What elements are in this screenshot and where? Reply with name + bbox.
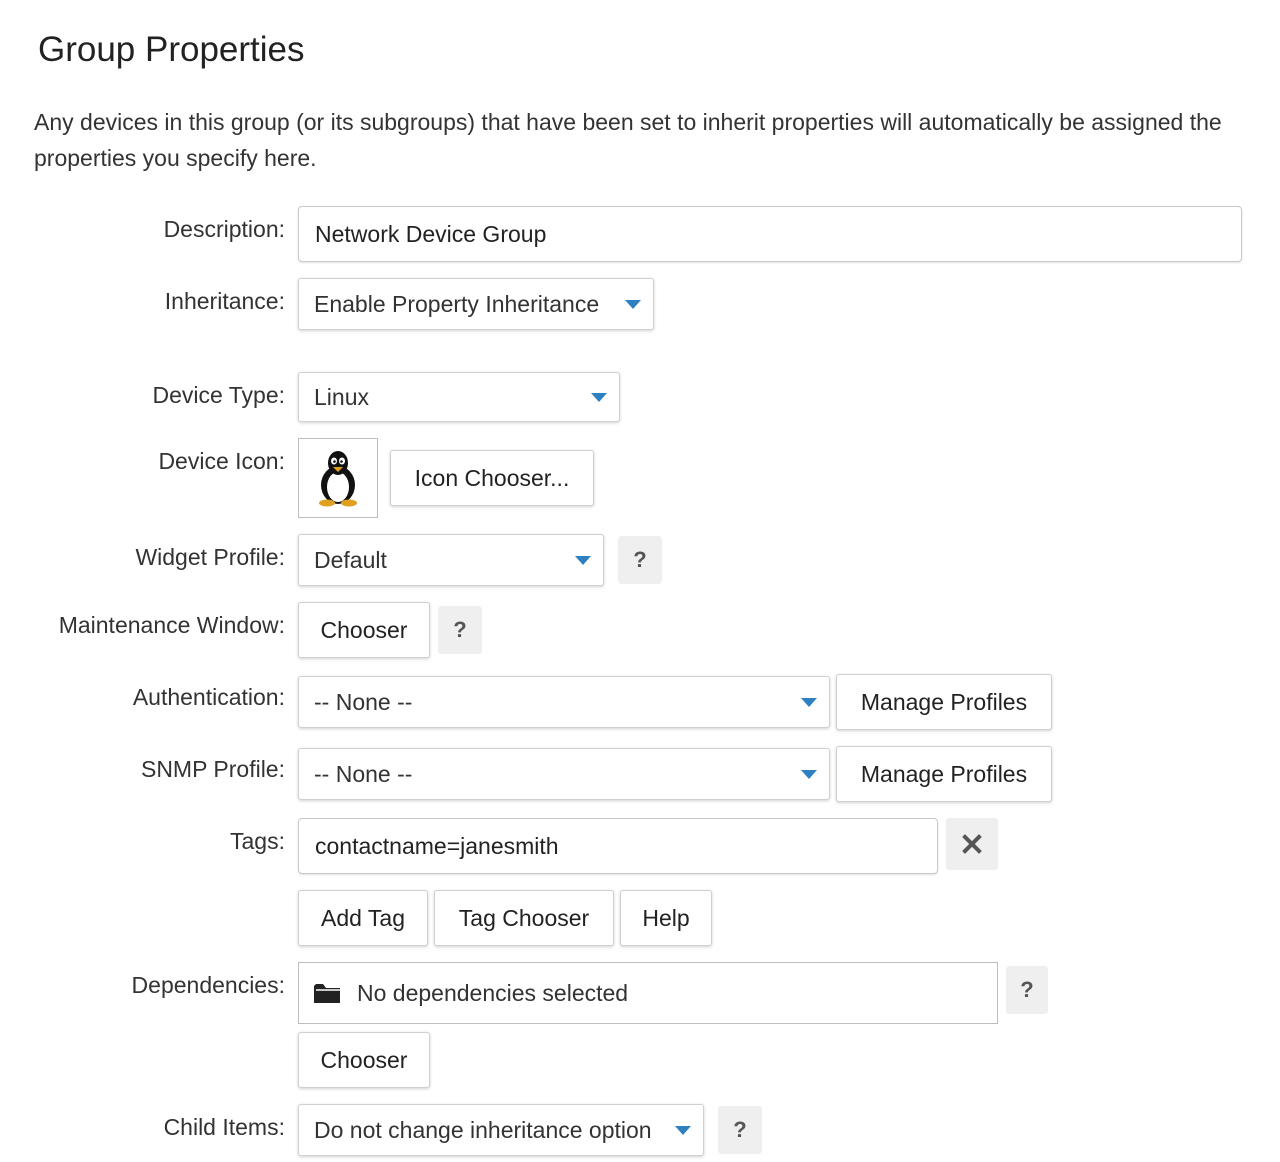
device-type-label: Device Type: <box>152 382 285 408</box>
widget-profile-help-button[interactable]: ? <box>618 536 662 584</box>
child-items-help-button[interactable]: ? <box>718 1106 762 1154</box>
dependencies-box: No dependencies selected <box>298 962 998 1024</box>
tag-value: contactname=janesmith <box>315 832 559 859</box>
add-tag-button[interactable]: Add Tag <box>298 890 428 946</box>
snmp-manage-profiles-button[interactable]: Manage Profiles <box>836 746 1052 802</box>
child-items-select[interactable]: Do not change inheritance option <box>298 1104 704 1156</box>
icon-chooser-button[interactable]: Icon Chooser... <box>390 450 594 506</box>
widget-profile-label: Widget Profile: <box>135 544 285 570</box>
device-type-select[interactable]: Linux <box>298 372 620 422</box>
maintenance-window-label: Maintenance Window: <box>58 612 285 638</box>
device-icon-preview <box>298 438 378 518</box>
authentication-label: Authentication: <box>132 684 285 710</box>
device-icon-label: Device Icon: <box>158 448 285 474</box>
description-value: Network Device Group <box>315 220 547 247</box>
dependencies-value: No dependencies selected <box>357 979 629 1006</box>
snmp-profile-select[interactable]: -- None -- <box>298 748 830 800</box>
chevron-down-icon <box>575 556 591 565</box>
chevron-down-icon <box>801 770 817 779</box>
child-items-label: Child Items: <box>163 1114 285 1140</box>
authentication-manage-profiles-button[interactable]: Manage Profiles <box>836 674 1052 730</box>
tag-input[interactable]: contactname=janesmith <box>298 818 938 874</box>
page-title: Group Properties <box>38 30 305 69</box>
chevron-down-icon <box>625 300 641 309</box>
widget-profile-value: Default <box>314 546 387 573</box>
maintenance-chooser-button[interactable]: Chooser <box>298 602 430 658</box>
folder-icon <box>314 984 340 1003</box>
dependencies-label: Dependencies: <box>131 972 285 998</box>
inheritance-value: Enable Property Inheritance <box>314 290 600 317</box>
device-type-value: Linux <box>314 383 369 410</box>
maintenance-help-button[interactable]: ? <box>438 606 482 654</box>
authentication-select[interactable]: -- None -- <box>298 676 830 728</box>
chevron-down-icon <box>801 698 817 707</box>
inheritance-label: Inheritance: <box>164 288 285 314</box>
chevron-down-icon <box>675 1126 691 1135</box>
snmp-profile-value: -- None -- <box>314 760 413 787</box>
chevron-down-icon <box>591 393 607 402</box>
inheritance-select[interactable]: Enable Property Inheritance <box>298 278 654 330</box>
child-items-value: Do not change inheritance option <box>314 1116 652 1143</box>
linux-penguin-icon <box>319 451 357 507</box>
dependencies-chooser-button[interactable]: Chooser <box>298 1032 430 1088</box>
tag-chooser-button[interactable]: Tag Chooser <box>434 890 614 946</box>
description-label: Description: <box>163 216 285 242</box>
clear-tag-button[interactable] <box>946 818 998 870</box>
intro-text: Any devices in this group (or its subgro… <box>34 109 1222 171</box>
tag-help-button[interactable]: Help <box>620 890 712 946</box>
dependencies-help-button[interactable]: ? <box>1006 966 1048 1014</box>
snmp-profile-label: SNMP Profile: <box>140 756 285 782</box>
widget-profile-select[interactable]: Default <box>298 534 604 586</box>
authentication-value: -- None -- <box>314 688 413 715</box>
close-icon <box>962 834 982 854</box>
description-input[interactable]: Network Device Group <box>298 206 1242 262</box>
tags-label: Tags: <box>230 828 285 854</box>
